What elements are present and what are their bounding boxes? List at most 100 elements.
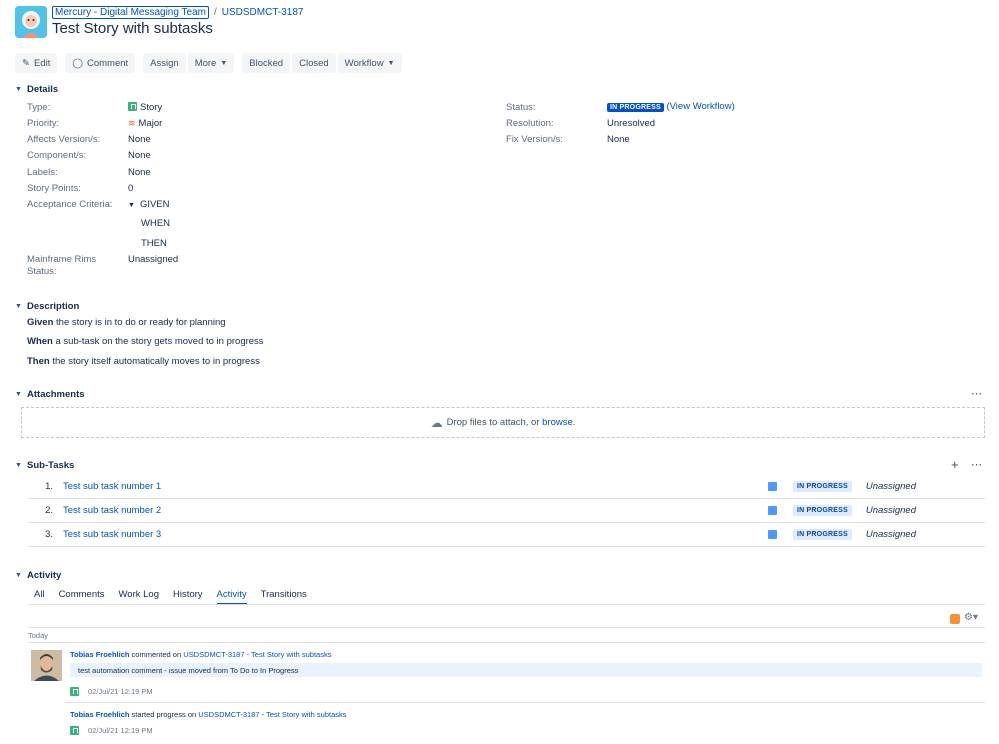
- description-given-bold: Given: [27, 317, 54, 328]
- subtask-number: 2.: [45, 505, 53, 516]
- tabs-divider: [28, 604, 985, 605]
- gear-icon[interactable]: ⚙▾: [964, 612, 978, 623]
- issue-toolbar: ✎ Edit ◯ Comment Assign More ▼ Blocked C…: [15, 53, 402, 73]
- description-given-text: the story is in to do or ready for plann…: [53, 317, 226, 328]
- subtask-summary-link[interactable]: Test sub task number 3: [63, 529, 768, 540]
- details-heading: Details: [27, 84, 59, 95]
- tab-all[interactable]: All: [34, 589, 45, 605]
- subtask-status-lozenge: IN PROGRESS: [793, 505, 852, 516]
- issue-title[interactable]: Test Story with subtasks: [52, 20, 213, 37]
- description-when[interactable]: When a sub-task on the story gets moved …: [27, 336, 264, 347]
- fix-version-value[interactable]: None: [607, 134, 630, 145]
- acceptance-then: THEN: [141, 238, 167, 249]
- fix-version-label: Fix Version/s:: [506, 134, 564, 145]
- priority-value-text: Major: [138, 118, 163, 129]
- priority-major-icon: ≋: [128, 118, 136, 128]
- details-section-toggle[interactable]: ▼ Details: [15, 84, 58, 95]
- subtask-summary-link[interactable]: Test sub task number 2: [63, 505, 768, 516]
- activity-user-link[interactable]: Tobias Froehlich: [70, 710, 129, 719]
- subtasks-section-toggle[interactable]: ▼ Sub-Tasks: [15, 460, 74, 471]
- more-button[interactable]: More ▼: [187, 53, 235, 73]
- subtask-row[interactable]: 1. Test sub task number 1 IN PROGRESS Un…: [28, 475, 985, 499]
- mainframe-rims-label-line2: Status:: [27, 266, 57, 277]
- activity-action: started progress on: [129, 710, 199, 719]
- mainframe-rims-label: Mainframe Rims Status:: [27, 254, 96, 278]
- workflow-button[interactable]: Workflow ▼: [337, 53, 402, 73]
- closed-button[interactable]: Closed: [292, 53, 336, 73]
- breadcrumb-issue-key-link[interactable]: USDSDMCT-3187: [222, 7, 304, 18]
- tab-comments[interactable]: Comments: [59, 589, 105, 605]
- priority-value: ≋ Major: [128, 118, 162, 129]
- type-value-text: Story: [140, 102, 163, 113]
- affects-version-value[interactable]: None: [128, 134, 151, 145]
- comment-button[interactable]: ◯ Comment: [65, 53, 136, 73]
- today-divider: [28, 642, 985, 643]
- subtask-summary-link[interactable]: Test sub task number 1: [63, 481, 768, 492]
- chevron-down-icon: ▼: [15, 391, 22, 398]
- view-workflow-link[interactable]: (View Workflow): [666, 101, 734, 112]
- project-avatar[interactable]: [15, 6, 47, 38]
- activity-section-toggle[interactable]: ▼ Activity: [15, 570, 61, 581]
- subtasks-more-icon[interactable]: ⋯: [971, 458, 982, 471]
- acceptance-when: WHEN: [141, 218, 171, 229]
- add-subtask-icon[interactable]: +: [951, 457, 959, 472]
- subtask-row[interactable]: 2. Test sub task number 2 IN PROGRESS Un…: [28, 499, 985, 523]
- cloud-upload-icon: ☁: [430, 415, 443, 430]
- subtask-type-icon: [768, 482, 777, 491]
- status-value: IN PROGRESS (View Workflow): [607, 101, 735, 112]
- subtask-status-lozenge: IN PROGRESS: [793, 529, 852, 540]
- mainframe-rims-label-line1: Mainframe Rims: [27, 254, 97, 265]
- acceptance-criteria-toggle[interactable]: ▼ GIVEN: [128, 199, 170, 210]
- story-points-label: Story Points:: [27, 183, 81, 194]
- description-given[interactable]: Given the story is in to do or ready for…: [27, 317, 226, 328]
- description-section-toggle[interactable]: ▼ Description: [15, 301, 79, 312]
- activity-entry-footer: 02/Jul/21 12:19 PM: [70, 726, 153, 735]
- story-icon: [128, 102, 137, 111]
- attachments-section-toggle[interactable]: ▼ Attachments: [15, 389, 85, 400]
- entry-divider: [64, 702, 985, 703]
- affects-version-label: Affects Version/s:: [27, 134, 101, 145]
- activity-issue-link[interactable]: USDSDMCT-3187 - Test Story with subtasks: [198, 710, 346, 719]
- attachments-more-icon[interactable]: ⋯: [971, 387, 982, 400]
- activity-action: commented on: [129, 650, 184, 659]
- type-label: Type:: [27, 102, 51, 113]
- avatar[interactable]: [31, 650, 62, 681]
- attachments-heading: Attachments: [27, 389, 85, 400]
- workflow-button-label: Workflow: [344, 57, 384, 69]
- description-then-text: the story itself automatically moves to …: [49, 356, 260, 367]
- edit-button-label: Edit: [33, 57, 51, 69]
- tab-activity[interactable]: Activity: [216, 589, 247, 605]
- description-then[interactable]: Then the story itself automatically move…: [27, 356, 260, 367]
- type-value: Story: [128, 102, 162, 113]
- subtask-row[interactable]: 3. Test sub task number 3 IN PROGRESS Un…: [28, 523, 985, 547]
- chevron-down-icon: ▼: [387, 59, 395, 67]
- activity-user-link[interactable]: Tobias Froehlich: [70, 650, 129, 659]
- pencil-icon: ✎: [22, 57, 30, 69]
- acceptance-given: GIVEN: [139, 199, 170, 210]
- activity-issue-link[interactable]: USDSDMCT-3187 - Test Story with subtasks: [183, 650, 331, 659]
- component-value[interactable]: None: [128, 150, 151, 161]
- today-label: Today: [28, 631, 49, 640]
- chevron-down-icon: ▼: [15, 572, 22, 579]
- more-button-label: More: [194, 57, 217, 69]
- assign-button[interactable]: Assign: [143, 53, 186, 73]
- subtask-number: 3.: [45, 529, 53, 540]
- status-lozenge: IN PROGRESS: [607, 103, 664, 112]
- labels-value[interactable]: None: [128, 167, 151, 178]
- browse-link[interactable]: browse: [542, 417, 573, 428]
- dropzone-period: .: [572, 417, 576, 428]
- tab-history[interactable]: History: [173, 589, 203, 605]
- resolution-value: Unresolved: [607, 118, 656, 129]
- chevron-down-icon: ▼: [220, 59, 228, 67]
- mainframe-rims-value[interactable]: Unassigned: [128, 254, 178, 265]
- blocked-button[interactable]: Blocked: [242, 53, 291, 73]
- tab-work-log[interactable]: Work Log: [119, 589, 159, 605]
- attachment-dropzone[interactable]: ☁ Drop files to attach, or browse.: [21, 407, 985, 438]
- breadcrumb-project-link[interactable]: Mercury - Digital Messaging Team: [52, 6, 209, 19]
- story-points-value[interactable]: 0: [128, 183, 133, 194]
- subtask-assignee: Unassigned: [865, 505, 916, 516]
- edit-button[interactable]: ✎ Edit: [15, 53, 58, 73]
- rss-icon[interactable]: [950, 614, 960, 624]
- activity-entry-header: Tobias Froehlich commented on USDSDMCT-3…: [70, 650, 331, 659]
- tab-transitions[interactable]: Transitions: [261, 589, 307, 605]
